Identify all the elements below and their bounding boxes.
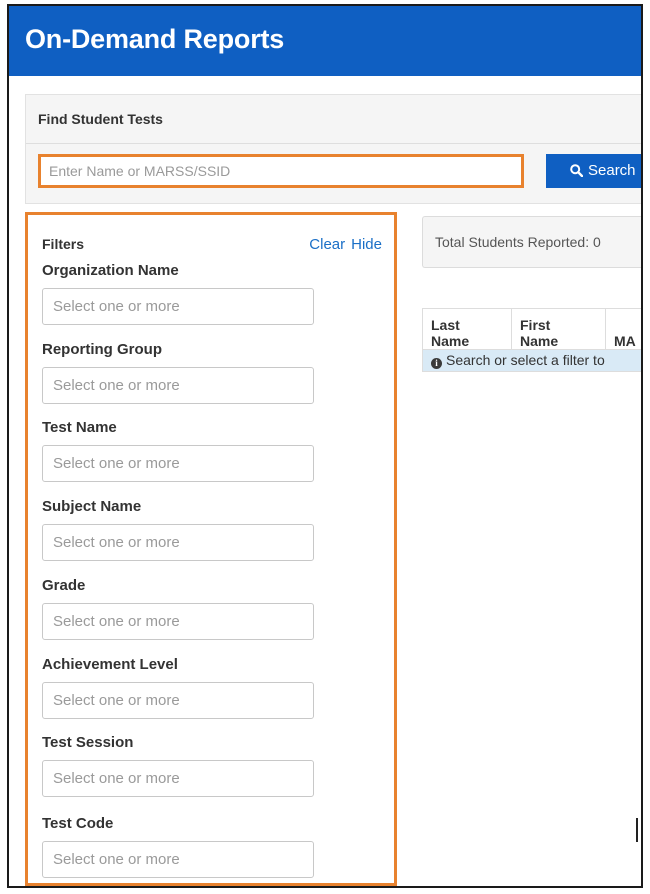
- subject-name-select[interactable]: [42, 524, 314, 561]
- filters-panel: Filters Clear Hide Organization Name Repo…: [25, 212, 397, 886]
- achievement-level-select[interactable]: [42, 682, 314, 719]
- reporting-group-label: Reporting Group: [42, 341, 162, 358]
- panel-divider: [26, 143, 641, 144]
- test-name-select[interactable]: [42, 445, 314, 482]
- hide-filters-link[interactable]: Hide: [351, 236, 382, 253]
- grade-label: Grade: [42, 577, 86, 594]
- column-header-line: MA: [614, 333, 636, 349]
- empty-results-text: Search or select a filter to: [446, 352, 605, 368]
- achievement-level-label: Achievement Level: [42, 656, 178, 673]
- test-code-select[interactable]: [42, 841, 314, 878]
- organization-name-select[interactable]: [42, 288, 314, 325]
- filters-actions: Clear Hide: [303, 236, 382, 253]
- search-button-label: Search: [588, 161, 636, 179]
- reporting-group-select[interactable]: [42, 367, 314, 404]
- grade-select[interactable]: [42, 603, 314, 640]
- column-divider: [511, 309, 512, 349]
- column-header-marss[interactable]: MA: [614, 333, 636, 349]
- page-title: On-Demand Reports: [25, 24, 285, 54]
- subject-name-label: Subject Name: [42, 498, 142, 515]
- app-frame: On-Demand Reports Find Student Tests Sea…: [7, 4, 643, 888]
- info-icon: i: [431, 358, 442, 369]
- column-header-line: First: [520, 317, 551, 333]
- page-header: On-Demand Reports: [9, 6, 641, 76]
- test-code-label: Test Code: [42, 815, 114, 832]
- test-session-select[interactable]: [42, 760, 314, 797]
- results-table: Last Name First Name MA i Search or selec…: [422, 308, 641, 372]
- organization-name-label: Organization Name: [42, 262, 179, 279]
- test-session-label: Test Session: [42, 734, 134, 751]
- column-header-line: Last: [431, 317, 460, 333]
- total-students-text: Total Students Reported: 0: [435, 234, 601, 250]
- filters-title: Filters: [42, 236, 85, 252]
- column-header-line: Name: [431, 333, 470, 349]
- clear-filters-link[interactable]: Clear: [309, 236, 345, 253]
- column-divider: [605, 309, 606, 349]
- find-student-tests-title: Find Student Tests: [38, 111, 163, 127]
- total-students-box: Total Students Reported: 0: [422, 216, 641, 268]
- empty-results-message: i Search or select a filter to: [423, 350, 641, 371]
- test-name-label: Test Name: [42, 419, 117, 436]
- find-student-tests-panel: Find Student Tests Search: [25, 94, 641, 204]
- search-input[interactable]: [38, 154, 524, 188]
- search-icon: [570, 163, 584, 181]
- search-button[interactable]: Search: [546, 154, 641, 188]
- column-header-first-name[interactable]: First Name: [520, 317, 558, 349]
- column-header-line: Name: [520, 333, 559, 349]
- column-header-last-name[interactable]: Last Name: [431, 317, 469, 349]
- scrollbar-fragment[interactable]: [636, 818, 638, 842]
